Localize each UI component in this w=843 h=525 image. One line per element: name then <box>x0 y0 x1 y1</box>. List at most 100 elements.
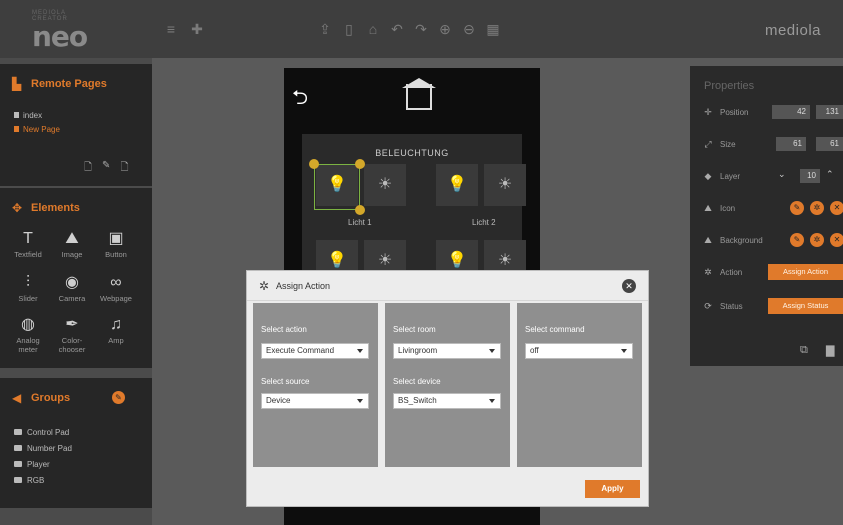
select-action-dropdown[interactable]: Execute Command <box>261 343 369 359</box>
home-page-icon[interactable] <box>406 84 432 110</box>
properties-title: Properties <box>704 80 755 92</box>
remote-pages-title: Remote Pages <box>31 78 107 90</box>
settings-icon[interactable]: ✲ <box>810 233 824 247</box>
resize-handle[interactable] <box>355 205 365 215</box>
textfield-icon: T <box>23 230 33 247</box>
top-toolbar: MEDIOLA CREATOR neo ≡ ✚ ⇪ ▯ ⌂ ↶ ↷ ⊕ ⊖ ▦ … <box>0 0 843 58</box>
layer-down-icon[interactable]: ⌄ <box>778 169 786 180</box>
status-row: ⟳ Status <box>702 298 742 314</box>
element-webpage[interactable]: ∞ Webpage <box>94 272 138 303</box>
groups-section: ◀ Groups ✎ Control Pad Number Pad Player… <box>0 378 152 508</box>
element-button[interactable]: ▣ Button <box>94 228 138 259</box>
page-item-new-page[interactable]: New Page <box>14 122 60 136</box>
layer-up-icon[interactable]: ⌃ <box>826 169 834 180</box>
settings-icon[interactable]: ✲ <box>810 201 824 215</box>
chevron-down-icon <box>489 349 495 353</box>
element-slider[interactable]: ⫶ Slider <box>6 272 50 303</box>
close-icon[interactable]: ✕ <box>830 201 843 215</box>
slider-icon: ⫶ <box>25 274 30 291</box>
page-item-index[interactable]: index <box>14 108 60 122</box>
folder-icon <box>14 461 22 467</box>
page-tools: 🗋 ✎ 🗋 <box>84 160 128 177</box>
color-chooser-icon: ✒ <box>65 316 79 333</box>
copy-icon[interactable]: ⧉ <box>800 344 808 357</box>
size-icon: ⤢ <box>704 138 712 149</box>
select-source-dropdown[interactable]: Device <box>261 393 369 409</box>
position-x-field[interactable]: 42 <box>772 105 810 119</box>
back-icon[interactable]: ⮌ <box>292 88 308 108</box>
zoom-out-icon[interactable]: ⊖ <box>462 22 476 36</box>
remote-pages-header: ▙ Remote Pages <box>12 76 107 92</box>
select-device-value: BS_Switch <box>398 396 437 405</box>
page-icon <box>14 126 19 132</box>
zoom-in-icon[interactable]: ⊕ <box>438 22 452 36</box>
phone-icon[interactable]: ▯ <box>342 22 356 36</box>
close-icon[interactable]: ✕ <box>622 279 636 293</box>
group-item[interactable]: Control Pad <box>14 424 72 440</box>
edit-page-icon[interactable]: ✎ <box>102 160 110 177</box>
bulb-on-tile[interactable]: ☀ <box>484 164 526 206</box>
size-height-field[interactable]: 61 <box>816 137 843 151</box>
edit-groups-icon[interactable]: ✎ <box>112 391 125 404</box>
group-item[interactable]: Number Pad <box>14 440 72 456</box>
command-column: Select command off <box>517 303 642 467</box>
menu-icon[interactable]: ≡ <box>164 22 178 36</box>
size-width-field[interactable]: 61 <box>776 137 806 151</box>
edit-icon[interactable]: ✎ <box>790 233 804 247</box>
element-analog-meter[interactable]: ◍ Analog meter <box>6 314 50 354</box>
selection-box[interactable] <box>314 164 360 210</box>
group-item[interactable]: Player <box>14 456 72 472</box>
element-textfield[interactable]: T Textfield <box>6 228 50 259</box>
trash-icon[interactable]: ▇ <box>826 344 834 357</box>
assign-action-button[interactable]: Assign Action <box>768 264 843 280</box>
group-list: Control Pad Number Pad Player RGB <box>14 424 72 488</box>
delete-page-icon[interactable]: 🗋 <box>120 160 128 177</box>
remote-pages-icon: ▙ <box>12 77 22 91</box>
elements-icon: ✥ <box>12 201 23 215</box>
assign-status-button[interactable]: Assign Status <box>768 298 843 314</box>
element-label: Color- chooser <box>58 336 86 354</box>
action-label: Action <box>720 267 743 277</box>
select-command-label: Select command <box>525 325 585 334</box>
apply-button[interactable]: Apply <box>585 480 640 498</box>
select-room-dropdown[interactable]: Livingroom <box>393 343 501 359</box>
bulb-off-tile[interactable]: 💡 <box>436 164 478 206</box>
select-room-label: Select room <box>393 325 436 334</box>
redo-icon[interactable]: ↷ <box>414 22 428 36</box>
group-item[interactable]: RGB <box>14 472 72 488</box>
undo-icon[interactable]: ↶ <box>390 22 404 36</box>
element-color-chooser[interactable]: ✒ Color- chooser <box>50 314 94 354</box>
element-amp[interactable]: ♫ Amp <box>94 314 138 345</box>
webpage-icon: ∞ <box>110 274 122 291</box>
element-camera[interactable]: ◉ Camera <box>50 272 94 303</box>
grid-icon[interactable]: ▦ <box>486 22 500 36</box>
action-column: Select action Execute Command Select sou… <box>253 303 378 467</box>
lighting-panel-title: BELEUCHTUNG <box>375 148 449 158</box>
background-label: Background <box>720 235 763 245</box>
select-device-dropdown[interactable]: BS_Switch <box>393 393 501 409</box>
select-room-value: Livingroom <box>398 346 438 355</box>
home-icon[interactable]: ⌂ <box>366 22 380 36</box>
groups-header: ◀ Groups <box>12 390 70 406</box>
select-command-dropdown[interactable]: off <box>525 343 633 359</box>
element-label: Slider <box>18 294 38 303</box>
add-page-icon[interactable]: 🗋 <box>84 160 92 177</box>
layer-label: Layer <box>720 171 741 181</box>
pin-icon[interactable]: ✚ <box>190 22 204 36</box>
layer-field[interactable]: 10 <box>800 169 820 183</box>
position-row: ✛ Position <box>702 104 748 120</box>
bulb-on-tile[interactable]: ☀ <box>364 164 406 206</box>
edit-icon[interactable]: ✎ <box>790 201 804 215</box>
resize-handle[interactable] <box>309 159 319 169</box>
properties-panel: Properties ✛ Position 42 131 ⤢ Size 61 61 … <box>690 66 843 366</box>
upload-icon[interactable]: ⇪ <box>318 22 332 36</box>
element-label: Analog meter <box>16 336 40 354</box>
element-image[interactable]: ⛰ Image <box>50 228 94 259</box>
group-item-label: Number Pad <box>27 443 72 453</box>
device-column: Select room Livingroom Select device BS_… <box>385 303 510 467</box>
gear-icon: ✲ <box>259 279 270 293</box>
resize-handle[interactable] <box>355 159 365 169</box>
close-icon[interactable]: ✕ <box>830 233 843 247</box>
page-item-label: New Page <box>23 124 60 134</box>
position-y-field[interactable]: 131 <box>816 105 843 119</box>
